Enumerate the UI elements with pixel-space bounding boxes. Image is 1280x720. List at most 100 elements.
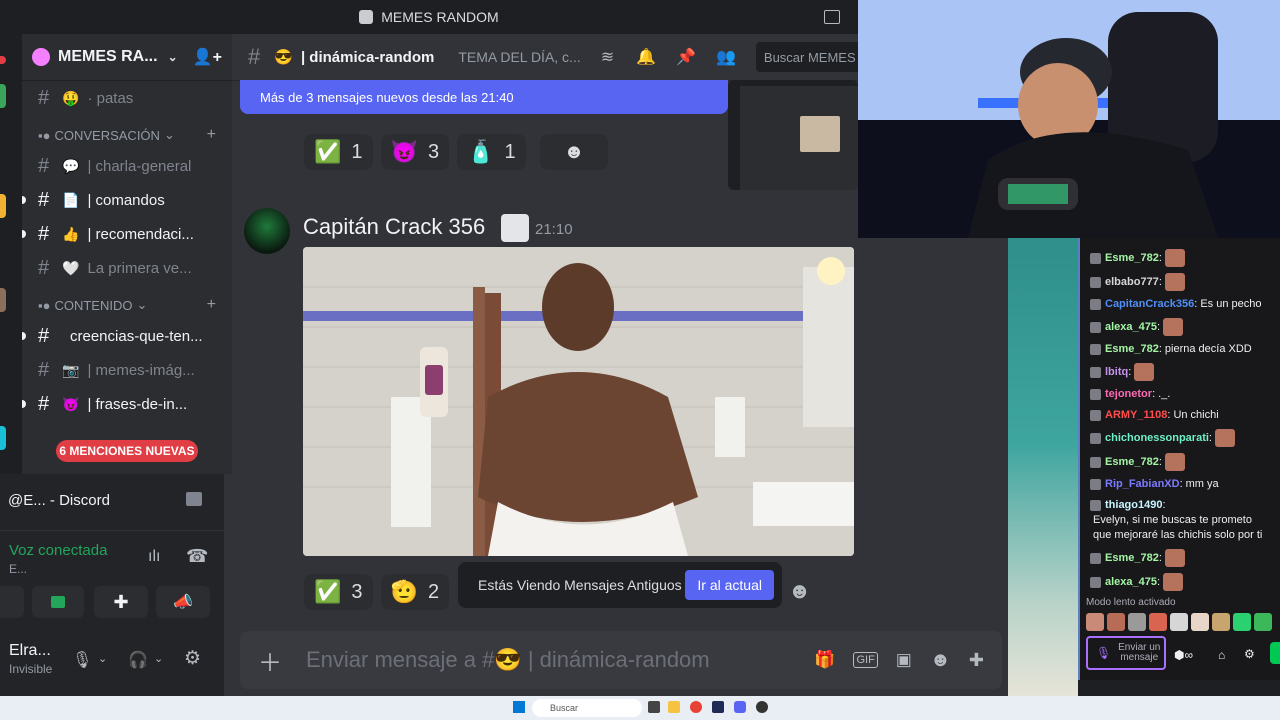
channel-category[interactable]: ▪● CONVERSACIÓN ⌄ + [22, 121, 232, 149]
channel-item[interactable]: # 👍 | recomendaci... [22, 217, 232, 251]
windows-start-icon[interactable] [513, 701, 525, 713]
emote-icon[interactable] [1254, 613, 1272, 631]
message-avatar[interactable] [244, 208, 290, 254]
chat-username[interactable]: tejonetor [1105, 387, 1152, 402]
chat-username[interactable]: Esme_782 [1105, 251, 1159, 266]
add-reaction-button[interactable]: ☻ [540, 134, 608, 170]
channel-item[interactable]: # 📄 | comandos [22, 183, 232, 217]
chat-username[interactable]: lbitq [1105, 365, 1128, 380]
emote-icon[interactable] [1107, 613, 1125, 631]
discord-taskbar-icon[interactable] [734, 701, 746, 713]
server-icon[interactable] [0, 84, 6, 108]
message-image-attachment[interactable] [303, 247, 854, 556]
chevron-down-icon[interactable]: ⌄ [154, 652, 163, 665]
taskbar-search-input[interactable]: Buscar [532, 699, 642, 717]
settings-gear-icon[interactable]: ⚙ [184, 647, 201, 670]
headphones-icon[interactable]: 🎧 [128, 650, 148, 670]
emote-icon[interactable] [1170, 613, 1188, 631]
jump-to-present-button[interactable]: Ir al actual [685, 570, 774, 600]
screen-share-button[interactable] [32, 586, 84, 618]
channel-item[interactable]: # 😈 | frases-de-in... [22, 387, 232, 421]
invite-user-icon[interactable]: 👤+ [193, 47, 222, 67]
add-reaction-smile-icon[interactable]: ☻ [788, 578, 811, 604]
plus-upload-icon[interactable]: ＋ [258, 643, 282, 678]
message-composer[interactable]: ＋ Enviar mensaje a #😎 | dinámica-random … [240, 631, 1002, 689]
soundboard-button[interactable]: 📣 [156, 586, 210, 618]
chat-input[interactable]: 🎙 Enviar un mensaje [1086, 636, 1166, 670]
channel-category[interactable]: ▪● CONTENIDO ⌄ + [22, 291, 232, 319]
category-label: CONVERSACIÓN [54, 127, 160, 143]
obs-icon[interactable] [756, 701, 768, 713]
chat-username[interactable]: CapitanCrack356 [1105, 297, 1194, 312]
store-icon[interactable]: ⌂ [1218, 648, 1225, 662]
screen-share-icon[interactable] [824, 10, 840, 24]
chat-username[interactable]: elbabo777 [1105, 275, 1159, 290]
task-view-icon[interactable] [648, 701, 660, 713]
channel-item[interactable]: # 🤑 · patas [22, 81, 232, 115]
voice-channel-name[interactable]: E... [9, 562, 27, 576]
server-header[interactable]: MEMES RA... ⌄ 👤+ [22, 34, 232, 81]
chat-username[interactable]: alexa_475 [1105, 320, 1157, 335]
photoshop-icon[interactable] [712, 701, 724, 713]
add-channel-icon[interactable]: + [207, 126, 216, 144]
chat-username[interactable]: ARMY_1108 [1105, 408, 1167, 423]
channel-item[interactable]: # 🤍 La primera ve... [22, 251, 232, 285]
emote-icon[interactable] [1233, 613, 1251, 631]
add-channel-icon[interactable]: + [207, 296, 216, 314]
emote-icon[interactable] [1128, 613, 1146, 631]
emote-icon[interactable] [1149, 613, 1167, 631]
chrome-icon[interactable] [690, 701, 702, 713]
gif-icon[interactable]: GIF [853, 652, 878, 668]
server-icon[interactable] [0, 426, 6, 450]
message-author[interactable]: Capitán Crack 356 [303, 214, 485, 240]
user-name[interactable]: Elra... [9, 642, 51, 660]
notification-bell-icon[interactable]: 🔔 [636, 47, 656, 67]
microphone-icon[interactable]: 🎙 [72, 650, 92, 670]
sticker-icon[interactable]: ▣ [896, 650, 912, 670]
search-input[interactable]: Buscar MEMES [755, 42, 864, 72]
channel-topic[interactable]: TEMA DEL DÍA, c... [458, 49, 580, 65]
chat-send-button[interactable] [1270, 642, 1280, 664]
chat-username[interactable]: thiago1490 [1105, 498, 1162, 513]
emote-icon[interactable] [1191, 613, 1209, 631]
channel-item[interactable]: # creencias-que-ten... [22, 319, 232, 353]
emote-icon[interactable] [1086, 613, 1104, 631]
chat-username[interactable]: Esme_782 [1105, 455, 1159, 470]
gift-icon[interactable]: 🎁 [814, 650, 835, 670]
channel-item[interactable]: # 💬 | charla-general [22, 149, 232, 183]
chat-username[interactable]: chichonessonparati [1105, 431, 1209, 446]
camera-button[interactable] [0, 586, 24, 618]
chat-colon: : [1158, 251, 1162, 264]
message-input[interactable]: Enviar mensaje a #😎 | dinámica-random [306, 647, 710, 673]
reaction-button[interactable]: ✅ 1 [304, 134, 373, 170]
file-explorer-icon[interactable] [668, 701, 680, 713]
activities-button[interactable]: ✚ [94, 586, 148, 618]
member-list-icon[interactable]: 👥 [716, 47, 736, 67]
server-icon[interactable] [0, 194, 6, 218]
new-messages-banner[interactable]: Más de 3 mensajes nuevos desde las 21:40 [240, 80, 728, 114]
emote-icon[interactable] [1212, 613, 1230, 631]
close-call-icon[interactable] [186, 492, 202, 506]
chat-username[interactable]: Esme_782 [1105, 342, 1159, 357]
chat-username[interactable]: Esme_782 [1105, 551, 1159, 566]
chat-username[interactable]: Rip_FabianXD [1105, 477, 1180, 492]
pinned-messages-icon[interactable]: 📌 [676, 47, 696, 67]
reaction-button[interactable]: 🧴 1 [457, 134, 526, 170]
emoji-picker-icon[interactable]: ☻ [930, 649, 951, 672]
reaction-button[interactable]: ✅ 3 [304, 574, 373, 610]
bits-icon[interactable]: ⬢∞ [1174, 648, 1193, 662]
chat-settings-gear-icon[interactable]: ⚙ [1244, 647, 1255, 661]
reaction-button[interactable]: 😈 3 [380, 134, 450, 170]
threads-icon[interactable]: ≋ [601, 47, 614, 67]
new-mentions-badge[interactable]: 6 MENCIONES NUEVAS [56, 440, 198, 462]
reaction-button[interactable]: 🫡 2 [380, 574, 450, 610]
screen-share-preview[interactable] [728, 80, 858, 190]
microphone-icon[interactable]: 🎙 [1096, 646, 1111, 660]
apps-icon[interactable]: ✚ [969, 650, 984, 671]
chevron-down-icon[interactable]: ⌄ [98, 652, 107, 665]
server-icon[interactable] [0, 288, 6, 312]
chat-username[interactable]: alexa_475 [1105, 575, 1157, 590]
disconnect-icon[interactable]: ☎ [186, 546, 208, 567]
call-title[interactable]: @E... - Discord [8, 492, 110, 509]
channel-item[interactable]: # 📷 | memes-imág... [22, 353, 232, 387]
